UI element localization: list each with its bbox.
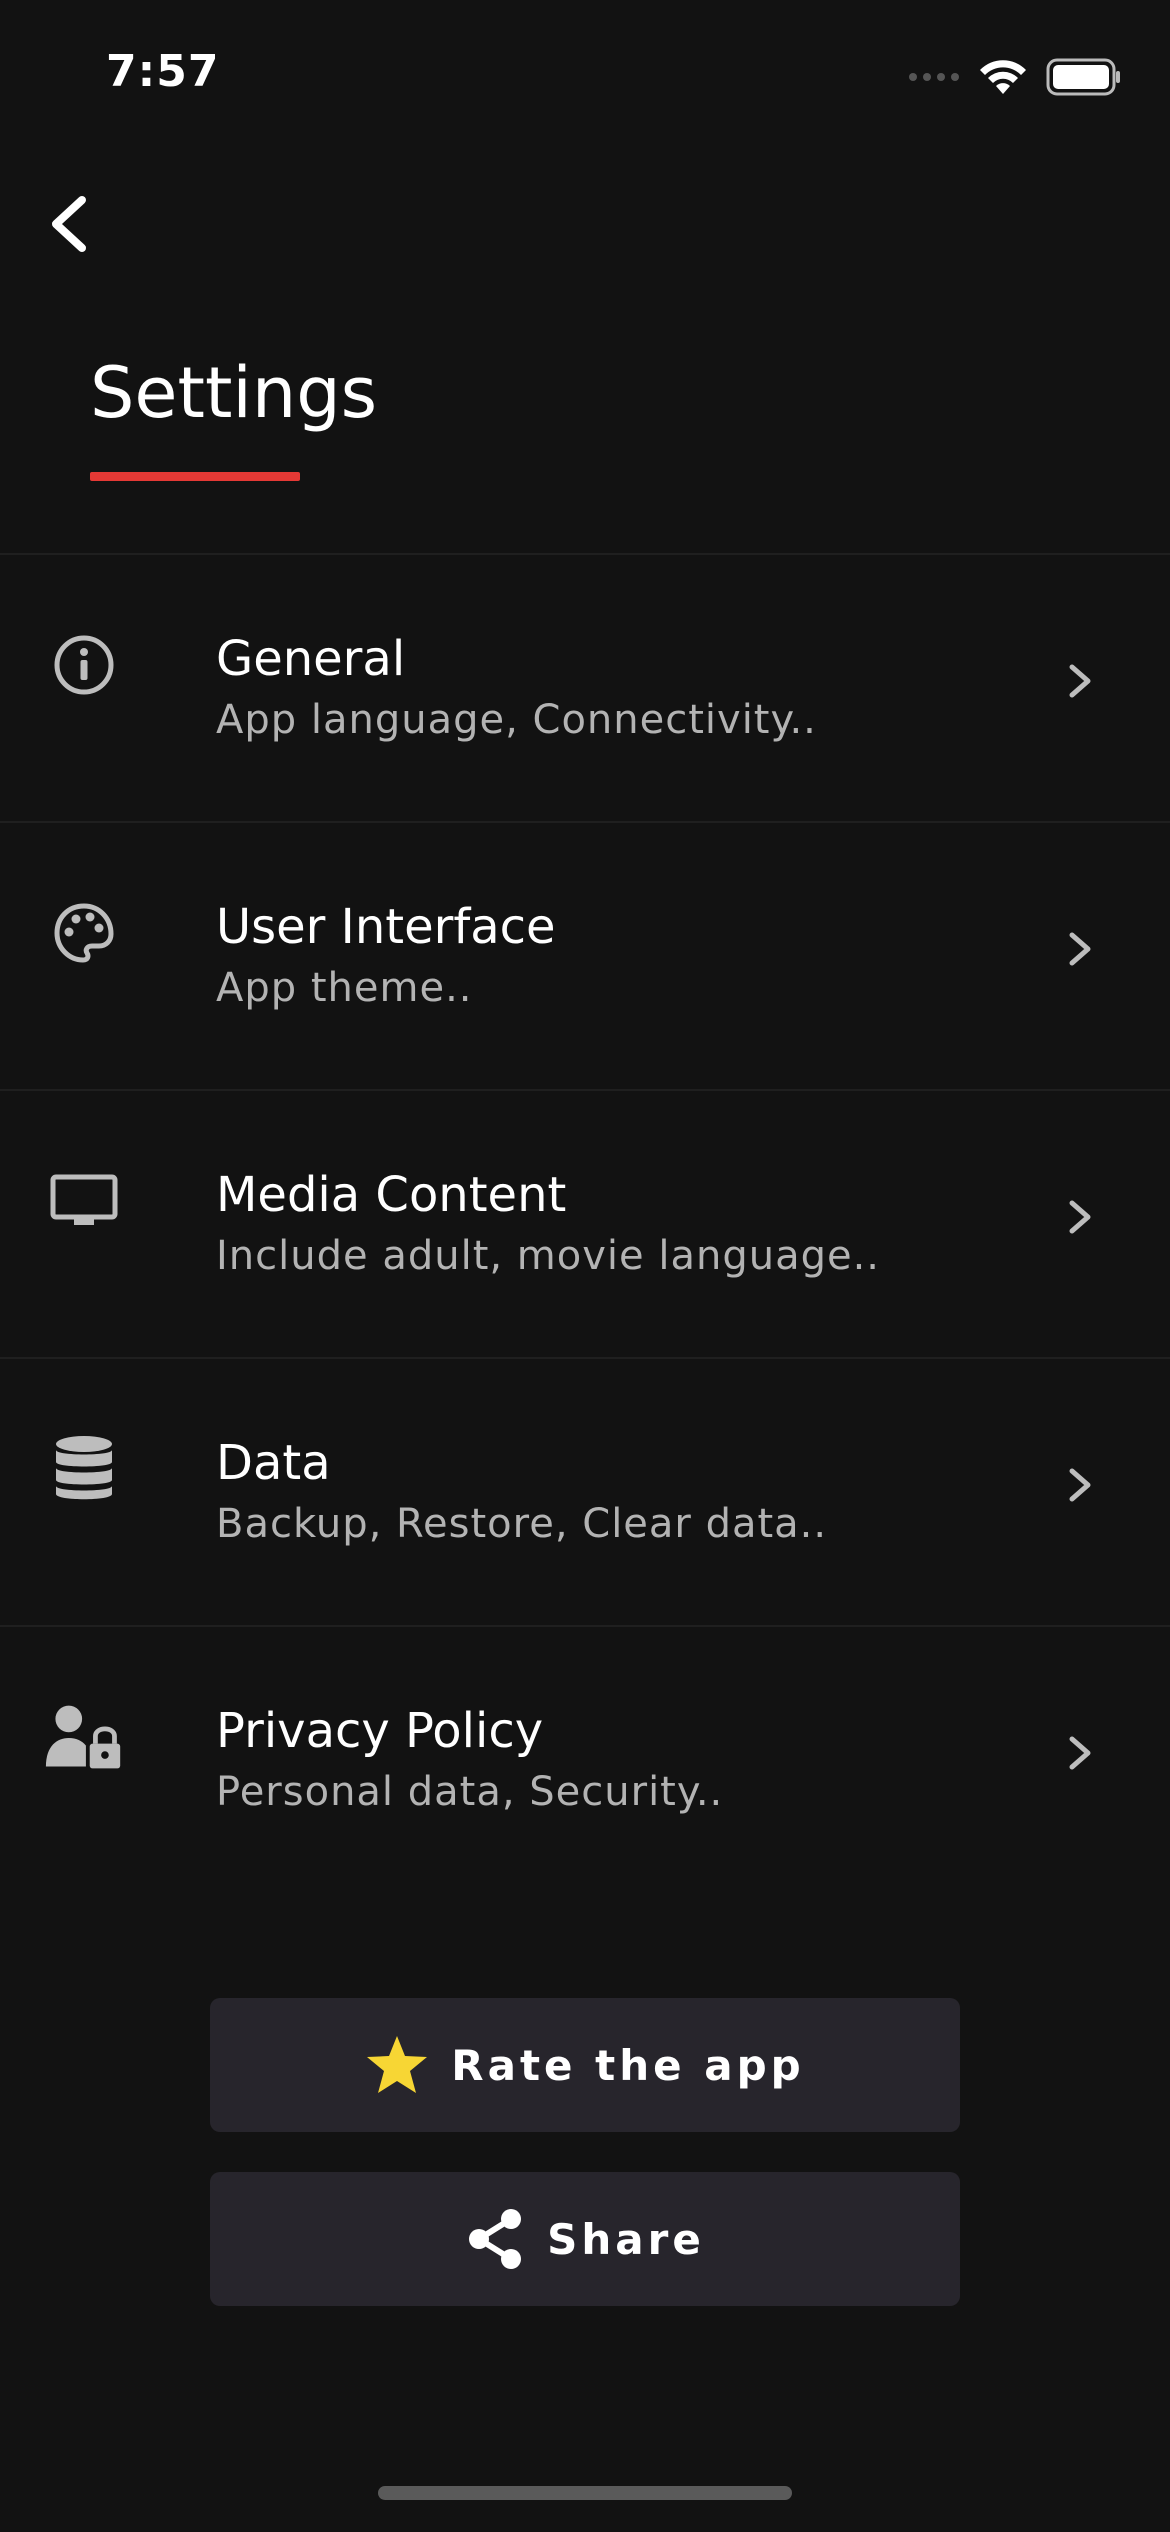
palette-icon [44,893,124,973]
chevron-right-icon [1069,1200,1091,1234]
settings-item-subtitle: App theme.. [216,965,473,1011]
status-icons [908,52,1122,102]
settings-item-title: Media Content [216,1167,567,1223]
chevron-right-icon [1069,1468,1091,1502]
settings-list: General App language, Connectivity.. Use… [0,555,1170,1893]
settings-item-title: Privacy Policy [216,1703,544,1759]
settings-item-privacy-policy[interactable]: Privacy Policy Personal data, Security.. [0,1627,1170,1893]
chevron-right-icon [1069,664,1091,698]
settings-item-title: User Interface [216,899,556,955]
share-button[interactable]: Share [210,2172,960,2306]
battery-icon [1046,58,1120,96]
settings-item-general[interactable]: General App language, Connectivity.. [0,555,1170,823]
settings-item-subtitle: Include adult, movie language.. [216,1233,881,1279]
settings-item-data[interactable]: Data Backup, Restore, Clear data.. [0,1359,1170,1627]
settings-item-subtitle: Backup, Restore, Clear data.. [216,1501,828,1547]
status-bar: 7:57 [0,0,1170,150]
chevron-left-icon [52,196,86,252]
star-icon [367,2036,428,2093]
database-icon [44,1429,124,1509]
chevron-right-icon [1069,932,1091,966]
title-underline [90,472,300,481]
monitor-icon [44,1161,124,1241]
page-title: Settings [90,352,378,434]
chevron-right-icon [1069,1736,1091,1770]
status-time: 7:57 [106,46,220,97]
info-icon [44,625,124,705]
settings-item-title: General [216,631,406,687]
signal-icon [909,73,959,81]
settings-item-media-content[interactable]: Media Content Include adult, movie langu… [0,1091,1170,1359]
settings-item-user-interface[interactable]: User Interface App theme.. [0,823,1170,1091]
user-lock-icon [44,1697,124,1777]
wifi-icon [980,60,1026,94]
rate-app-button[interactable]: Rate the app [210,1998,960,2132]
share-label: Share [547,2214,705,2264]
share-icon [469,2209,522,2269]
rate-app-label: Rate the app [451,2040,805,2090]
settings-item-subtitle: App language, Connectivity.. [216,697,817,743]
settings-item-subtitle: Personal data, Security.. [216,1769,724,1815]
settings-item-title: Data [216,1435,331,1491]
home-indicator[interactable] [378,2486,792,2500]
back-button[interactable] [38,188,118,268]
